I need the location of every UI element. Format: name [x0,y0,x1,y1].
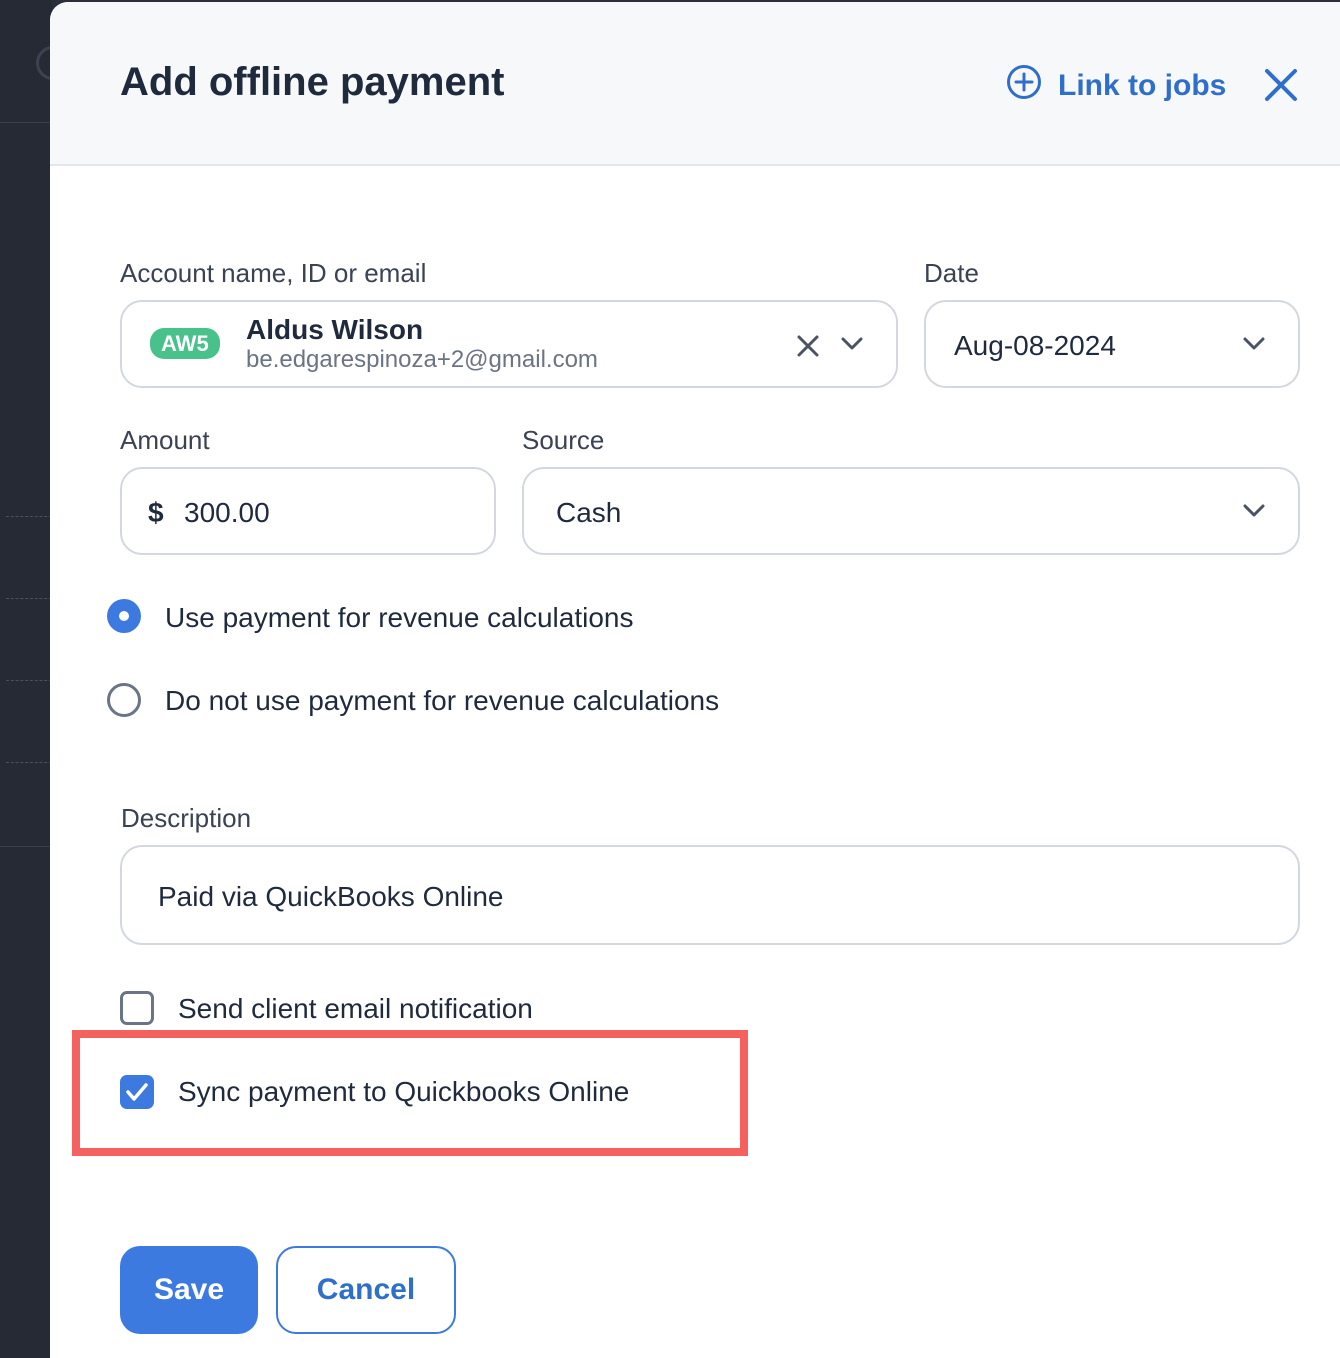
background-app [0,0,52,1358]
source-select[interactable]: Cash [522,467,1300,555]
sync-quickbooks-checkbox[interactable] [120,1075,154,1109]
link-to-jobs-label: Link to jobs [1058,69,1227,102]
amount-value: 300.00 [184,497,270,528]
amount-input[interactable]: $ 300.00 [120,467,496,555]
link-to-jobs-button[interactable]: Link to jobs [1006,64,1226,108]
source-value: Cash [556,497,622,528]
send-email-label: Send client email notification [178,993,533,1024]
date-value: Aug-08-2024 [954,330,1116,361]
divider [6,516,52,517]
chevron-down-icon[interactable] [840,336,864,357]
divider [6,762,52,763]
divider [6,598,52,599]
save-button[interactable]: Save [120,1246,258,1334]
divider [6,680,52,681]
amount-label: Amount [120,425,210,455]
divider [0,846,52,847]
add-offline-payment-modal: Add offline payment Link to jobs Account… [50,2,1340,1358]
radio-not-use-for-revenue[interactable] [107,683,141,717]
close-icon[interactable] [1262,66,1300,109]
description-label: Description [121,803,252,833]
account-label: Account name, ID or email [120,258,427,288]
radio-label-use-for-revenue: Use payment for revenue calculations [165,602,634,633]
divider [0,122,52,123]
cancel-button[interactable]: Cancel [276,1246,456,1334]
sync-quickbooks-label: Sync payment to Quickbooks Online [178,1076,630,1107]
plus-circle-icon [1006,64,1042,108]
description-input[interactable]: Paid via QuickBooks Online [120,845,1300,945]
chevron-down-icon[interactable] [1242,336,1266,357]
account-email: be.edgarespinoza+2@gmail.com [246,346,598,373]
date-label: Date [924,258,979,288]
modal-title: Add offline payment [120,60,505,104]
account-select[interactable]: AW5 Aldus Wilson be.edgarespinoza+2@gmai… [120,300,898,388]
account-badge: AW5 [150,328,220,359]
source-label: Source [522,425,605,455]
currency-symbol: $ [148,497,164,528]
date-select[interactable]: Aug-08-2024 [924,300,1300,388]
chevron-down-icon[interactable] [1242,503,1266,524]
account-name: Aldus Wilson [246,314,424,345]
modal-header: Add offline payment Link to jobs [50,2,1340,166]
radio-label-not-use-for-revenue: Do not use payment for revenue calculati… [165,685,720,716]
description-value: Paid via QuickBooks Online [158,881,504,912]
radio-use-for-revenue[interactable] [107,599,141,633]
clear-icon[interactable] [796,334,820,363]
send-email-checkbox[interactable] [120,991,154,1025]
